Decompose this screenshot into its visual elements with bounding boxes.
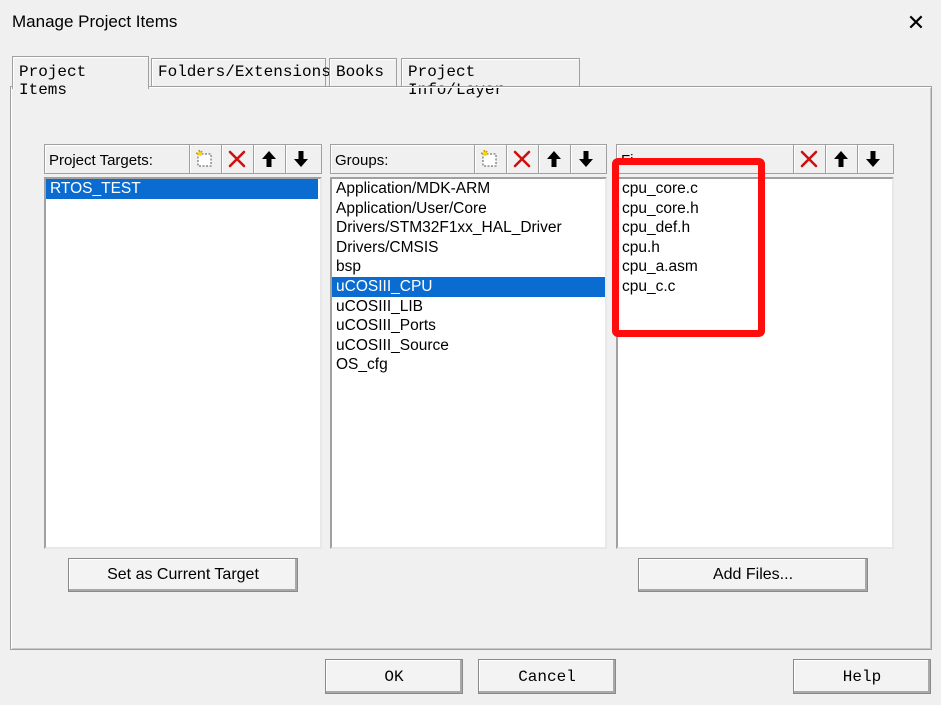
tab-folders-extensions[interactable]: Folders/Extensions	[151, 58, 331, 86]
move-down-icon	[863, 149, 883, 169]
move-target-up-button[interactable]	[253, 145, 284, 173]
new-target-button[interactable]	[189, 145, 220, 173]
list-item[interactable]: bsp	[332, 257, 605, 277]
new-group-button[interactable]	[474, 145, 505, 173]
list-item[interactable]: Drivers/CMSIS	[332, 238, 605, 258]
move-up-icon	[259, 149, 279, 169]
list-item-selected[interactable]: uCOSIII_CPU	[332, 276, 605, 297]
tab-books[interactable]: Books	[329, 58, 397, 86]
move-file-down-button[interactable]	[857, 145, 888, 173]
move-down-icon	[576, 149, 596, 169]
groups-header: Groups:	[330, 144, 607, 174]
add-files-button[interactable]: Add Files...	[638, 558, 868, 592]
move-group-down-button[interactable]	[570, 145, 601, 173]
delete-icon	[227, 149, 247, 169]
groups-header-label: Groups:	[335, 152, 389, 169]
delete-icon	[799, 149, 819, 169]
delete-icon	[512, 149, 532, 169]
highlight-box	[612, 158, 765, 337]
window-title: Manage Project Items	[12, 12, 178, 31]
list-item[interactable]: Application/User/Core	[332, 199, 605, 219]
set-current-target-button[interactable]: Set as Current Target	[68, 558, 298, 592]
ok-button[interactable]: OK	[325, 659, 463, 694]
list-item[interactable]: RTOS_TEST	[46, 179, 318, 199]
delete-target-button[interactable]	[221, 145, 252, 173]
help-button[interactable]: Help	[793, 659, 931, 694]
move-up-icon	[544, 149, 564, 169]
targets-header-label: Project Targets:	[49, 152, 153, 169]
targets-header: Project Targets:	[44, 144, 322, 174]
list-item[interactable]: uCOSIII_Ports	[332, 316, 605, 336]
new-item-icon	[195, 149, 215, 169]
list-item[interactable]: Application/MDK-ARM	[332, 179, 605, 199]
move-down-icon	[291, 149, 311, 169]
groups-list[interactable]: Application/MDK-ARM Application/User/Cor…	[330, 177, 607, 549]
close-icon[interactable]: ✕	[903, 10, 929, 36]
list-item[interactable]: uCOSIII_Source	[332, 336, 605, 356]
targets-list[interactable]: RTOS_TEST	[44, 177, 322, 549]
move-target-down-button[interactable]	[285, 145, 316, 173]
list-item[interactable]: uCOSIII_LIB	[332, 297, 605, 317]
new-item-icon	[480, 149, 500, 169]
list-item[interactable]: OS_cfg	[332, 355, 605, 375]
tab-project-items[interactable]: Project Items	[12, 56, 149, 99]
cancel-button[interactable]: Cancel	[478, 659, 616, 694]
move-up-icon	[831, 149, 851, 169]
tab-project-info-layer[interactable]: Project Info/Layer	[401, 58, 580, 99]
delete-group-button[interactable]	[506, 145, 537, 173]
delete-file-button[interactable]	[793, 145, 824, 173]
list-item[interactable]: Drivers/STM32F1xx_HAL_Driver	[332, 218, 605, 238]
move-file-up-button[interactable]	[825, 145, 856, 173]
move-group-up-button[interactable]	[538, 145, 569, 173]
